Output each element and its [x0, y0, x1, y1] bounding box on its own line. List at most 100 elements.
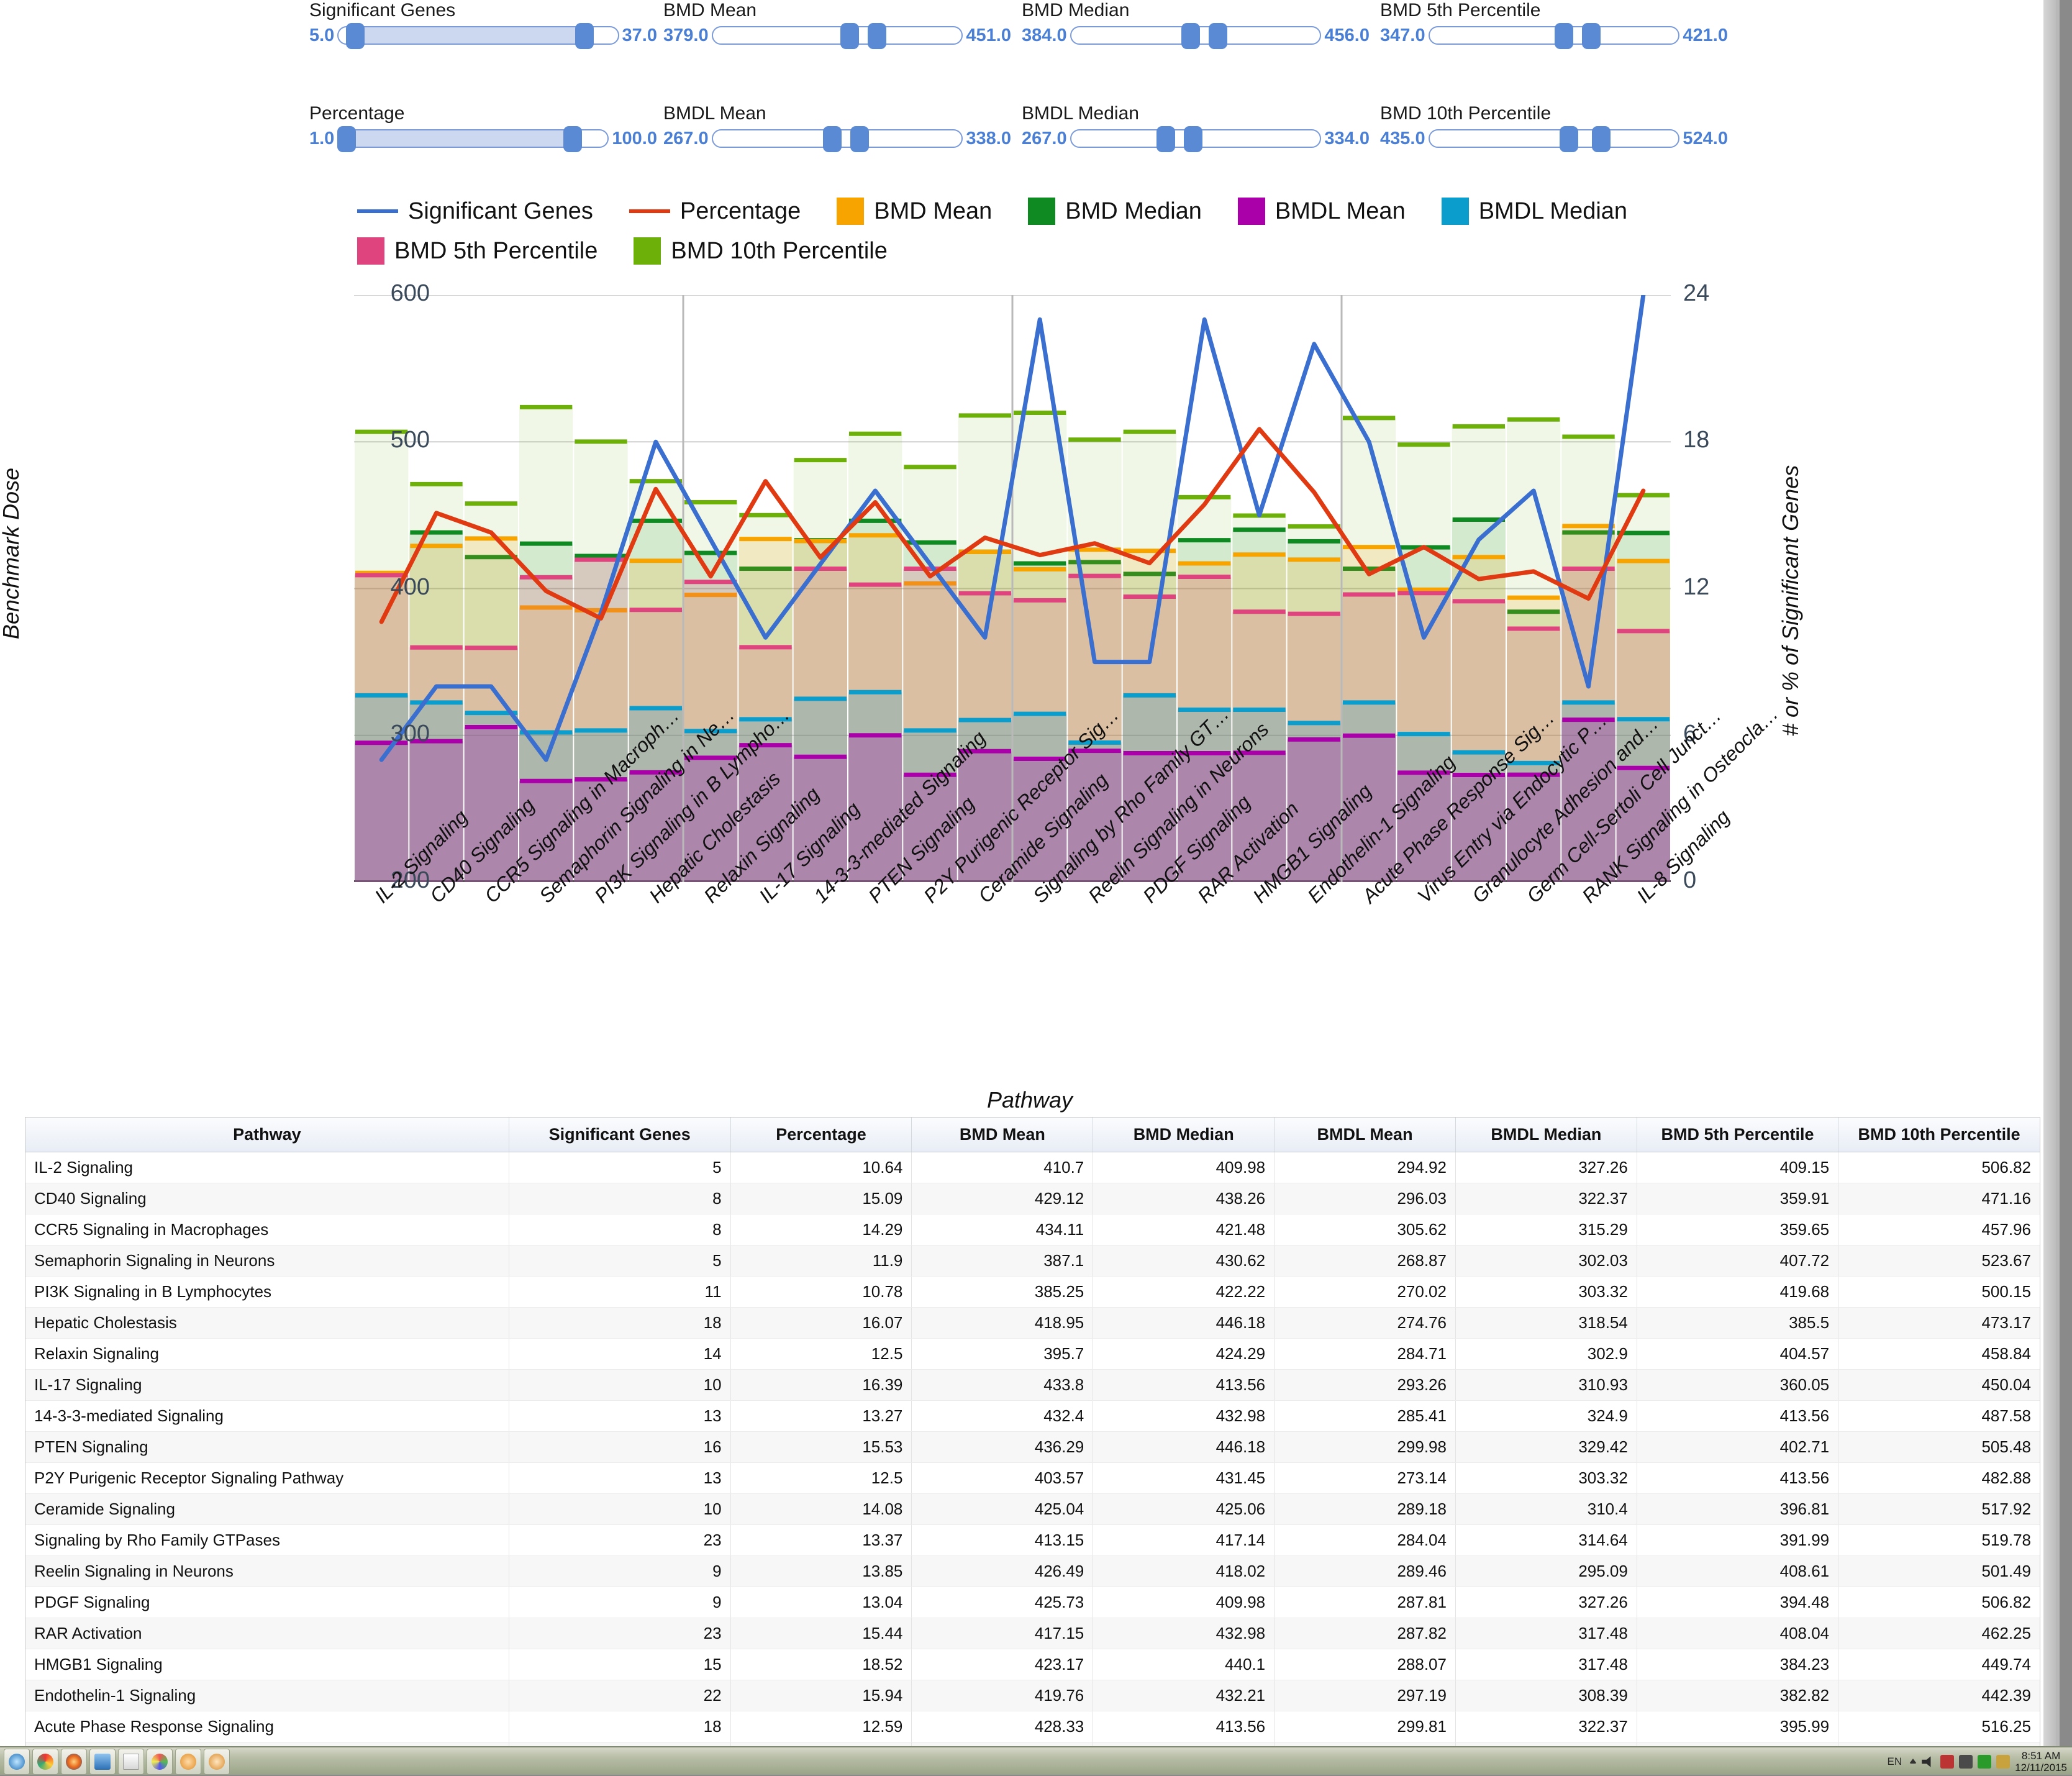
table-row[interactable]: IL-2 Signaling510.64410.7409.98294.92327… — [25, 1152, 2040, 1183]
slider-bmdl-median[interactable]: BMDL Median267.0334.0 — [1022, 103, 1370, 154]
slider-handle-high[interactable] — [850, 126, 869, 152]
chrome-icon[interactable] — [32, 1749, 58, 1775]
slider-min-value: 347.0 — [1380, 25, 1425, 46]
app-icon[interactable] — [175, 1749, 201, 1775]
table-row[interactable]: Hepatic Cholestasis1816.07418.95446.1827… — [25, 1308, 2040, 1339]
slider-handle-low[interactable] — [1555, 23, 1573, 49]
table-row[interactable]: Ceramide Signaling1014.08425.04425.06289… — [25, 1494, 2040, 1525]
slider-handle-low[interactable] — [1181, 23, 1200, 49]
table-row[interactable]: CD40 Signaling815.09429.12438.26296.0332… — [25, 1183, 2040, 1214]
table-row[interactable]: P2Y Purigenic Receptor Signaling Pathway… — [25, 1463, 2040, 1494]
cell-value: 12.5 — [730, 1339, 912, 1370]
table-row[interactable]: Reelin Signaling in Neurons913.85426.494… — [25, 1556, 2040, 1587]
slider-handle-high[interactable] — [1582, 23, 1601, 49]
table-row[interactable]: PI3K Signaling in B Lymphocytes1110.7838… — [25, 1277, 2040, 1308]
battery-icon[interactable] — [1996, 1755, 2010, 1769]
table-column-header[interactable]: BMD 5th Percentile — [1637, 1118, 1838, 1152]
cell-value: 419.76 — [912, 1680, 1093, 1711]
slider-significant-genes[interactable]: Significant Genes5.037.0 — [309, 0, 657, 51]
network-icon[interactable] — [1940, 1755, 1954, 1769]
folder-icon[interactable] — [89, 1749, 116, 1775]
legend-item[interactable]: BMD 5th Percentile — [357, 237, 598, 265]
table-row[interactable]: Endothelin-1 Signaling2215.94419.76432.2… — [25, 1680, 2040, 1711]
legend-item[interactable]: BMDL Median — [1442, 198, 1627, 225]
table-row[interactable]: RAR Activation2315.44417.15432.98287.823… — [25, 1618, 2040, 1649]
ie-icon[interactable] — [4, 1749, 30, 1775]
slider-track[interactable] — [1070, 26, 1322, 45]
slider-handle-high[interactable] — [575, 23, 594, 49]
language-indicator[interactable]: EN — [1888, 1756, 1902, 1768]
slider-handle-low[interactable] — [1156, 126, 1175, 152]
monitor-icon[interactable] — [1959, 1755, 1973, 1769]
legend-item[interactable]: BMD 10th Percentile — [634, 237, 888, 265]
table-column-header[interactable]: Significant Genes — [509, 1118, 730, 1152]
firefox-icon[interactable] — [61, 1749, 87, 1775]
table-row[interactable]: Signaling by Rho Family GTPases2313.3741… — [25, 1525, 2040, 1556]
legend-item[interactable]: Significant Genes — [357, 198, 593, 225]
table-column-header[interactable]: Percentage — [730, 1118, 912, 1152]
table-column-header[interactable]: BMD Mean — [912, 1118, 1093, 1152]
legend-item[interactable]: Percentage — [629, 198, 801, 225]
table-column-header[interactable]: BMDL Median — [1455, 1118, 1637, 1152]
slider-track[interactable] — [1070, 129, 1322, 148]
slider-track[interactable] — [1429, 26, 1680, 45]
slider-bmd-median[interactable]: BMD Median384.0456.0 — [1022, 0, 1370, 51]
slider-track[interactable] — [337, 26, 619, 45]
table-column-header[interactable]: BMD 10th Percentile — [1838, 1118, 2040, 1152]
show-hidden-icons-icon[interactable] — [1909, 1759, 1917, 1764]
clock[interactable]: 8:51 AM 12/11/2015 — [2015, 1750, 2067, 1774]
volume-icon[interactable] — [1922, 1755, 1935, 1769]
legend-label: BMD 10th Percentile — [671, 238, 888, 265]
cell-value: 473.17 — [1838, 1308, 2040, 1339]
table-row[interactable]: HMGB1 Signaling1518.52423.17440.1288.073… — [25, 1649, 2040, 1680]
slider-label: Percentage — [309, 103, 657, 124]
antivirus-icon[interactable] — [1978, 1755, 1991, 1769]
legend-item[interactable]: BMD Mean — [837, 198, 992, 225]
cell-value: 382.82 — [1637, 1680, 1838, 1711]
y-tick-label: 400 — [306, 574, 430, 601]
table-column-header[interactable]: Pathway — [25, 1118, 509, 1152]
paint-icon[interactable] — [147, 1749, 173, 1775]
slider-bmd-10th-percentile[interactable]: BMD 10th Percentile435.0524.0 — [1380, 103, 1728, 154]
table-row[interactable]: IL-17 Signaling1016.39433.8413.56293.263… — [25, 1370, 2040, 1401]
slider-percentage[interactable]: Percentage1.0100.0 — [309, 103, 657, 154]
legend-item[interactable]: BMD Median — [1028, 198, 1202, 225]
slider-bmdl-mean[interactable]: BMDL Mean267.0338.0 — [663, 103, 1011, 154]
slider-handle-high[interactable] — [868, 23, 886, 49]
cell-value: 314.64 — [1455, 1525, 1637, 1556]
slider-track[interactable] — [337, 129, 609, 148]
table-row[interactable]: Relaxin Signaling1412.5395.7424.29284.71… — [25, 1339, 2040, 1370]
cell-value: 18 — [509, 1308, 730, 1339]
slider-handle-high[interactable] — [563, 126, 582, 152]
table-row[interactable]: Semaphorin Signaling in Neurons511.9387.… — [25, 1245, 2040, 1277]
table-row[interactable]: PDGF Signaling913.04425.73409.98287.8132… — [25, 1587, 2040, 1618]
slider-bmd-5th-percentile[interactable]: BMD 5th Percentile347.0421.0 — [1380, 0, 1728, 51]
palette-icon[interactable] — [204, 1749, 230, 1775]
table-row[interactable]: PTEN Signaling1615.53436.29446.18299.983… — [25, 1432, 2040, 1463]
vertical-scrollbar[interactable] — [2043, 0, 2056, 1747]
slider-track[interactable] — [712, 26, 963, 45]
slider-handle-low[interactable] — [840, 23, 859, 49]
filter-column: Significant Genes5.037.0Percentage1.0100… — [309, 0, 657, 102]
table-row[interactable]: 14-3-3-mediated Signaling1313.27432.4432… — [25, 1401, 2040, 1432]
y-tick-label: 500 — [306, 427, 430, 453]
slider-handle-low[interactable] — [337, 126, 356, 152]
slider-track[interactable] — [712, 129, 963, 148]
table-column-header[interactable]: BMD Median — [1093, 1118, 1275, 1152]
slider-bmd-mean[interactable]: BMD Mean379.0451.0 — [663, 0, 1011, 51]
table-row[interactable]: CCR5 Signaling in Macrophages814.29434.1… — [25, 1214, 2040, 1245]
notepad-icon[interactable] — [118, 1749, 144, 1775]
slider-handle-high[interactable] — [1209, 23, 1227, 49]
slider-handle-high[interactable] — [1184, 126, 1202, 152]
legend-color-swatch — [837, 198, 864, 225]
cell-value: 417.14 — [1093, 1525, 1275, 1556]
slider-handle-high[interactable] — [1592, 126, 1611, 152]
legend-item[interactable]: BMDL Mean — [1238, 198, 1406, 225]
slider-handle-low[interactable] — [823, 126, 842, 152]
table-row[interactable]: Acute Phase Response Signaling1812.59428… — [25, 1711, 2040, 1742]
table-column-header[interactable]: BMDL Mean — [1275, 1118, 1456, 1152]
slider-track[interactable] — [1429, 129, 1680, 148]
slider-handle-low[interactable] — [1560, 126, 1578, 152]
slider-handle-low[interactable] — [346, 23, 365, 49]
cell-value: 295.09 — [1455, 1556, 1637, 1587]
